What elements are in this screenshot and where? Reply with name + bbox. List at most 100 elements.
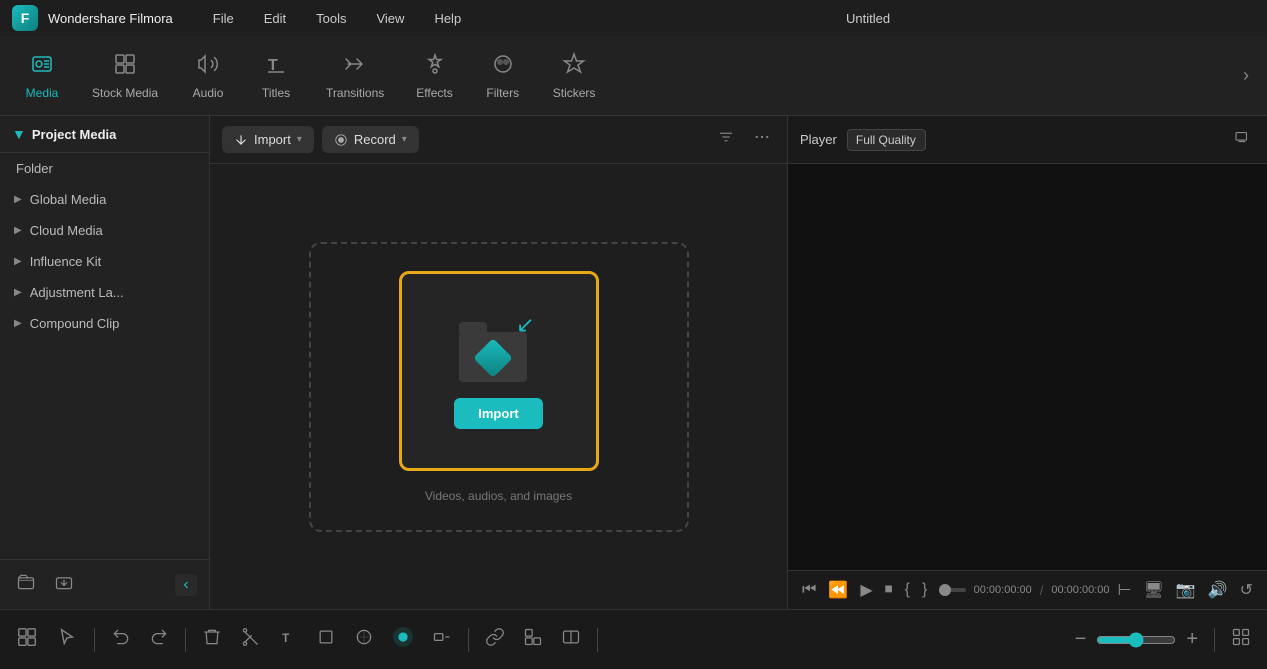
stop-btn[interactable]: ⏹ bbox=[881, 578, 897, 602]
tab-media[interactable]: Media bbox=[10, 44, 74, 108]
titlebar: F Wondershare Filmora File Edit Tools Vi… bbox=[0, 0, 1267, 36]
tab-titles[interactable]: T Titles bbox=[244, 44, 308, 108]
media-icon bbox=[30, 52, 54, 82]
global-media-label: Global Media bbox=[30, 192, 107, 207]
tab-media-label: Media bbox=[26, 86, 59, 100]
zoom-slider[interactable] bbox=[1096, 632, 1176, 648]
import-folder-btn[interactable] bbox=[50, 568, 78, 601]
toolbar-more-chevron[interactable]: › bbox=[1235, 57, 1257, 94]
sidebar-item-compound-clip[interactable]: ▶ Compound Clip bbox=[0, 308, 209, 339]
tab-effects[interactable]: Effects bbox=[402, 44, 466, 108]
timeline-scrubber[interactable] bbox=[939, 588, 965, 592]
zoom-out-btn[interactable]: − bbox=[1069, 624, 1093, 655]
sidebar-item-influence-kit[interactable]: ▶ Influence Kit bbox=[0, 246, 209, 277]
snapshot-btn[interactable]: 📷 bbox=[1172, 577, 1200, 603]
influence-kit-label: Influence Kit bbox=[30, 254, 102, 269]
sidebar-item-adjustment[interactable]: ▶ Adjustment La... bbox=[0, 277, 209, 308]
tab-stock-media[interactable]: Stock Media bbox=[78, 44, 172, 108]
content-area: ▼ Project Media Folder ▶ Global Media ▶ … bbox=[0, 116, 1267, 609]
split-screen-btn[interactable] bbox=[555, 623, 587, 656]
tab-stickers-label: Stickers bbox=[553, 86, 596, 100]
import-card[interactable]: ↙ Import bbox=[399, 271, 599, 471]
window-title: Untitled bbox=[481, 11, 1255, 26]
preview-toolbar: Player Full Quality 1/2 Quality 1/4 Qual… bbox=[788, 116, 1267, 164]
stickers-icon bbox=[562, 52, 586, 82]
bottom-bar: T − + bbox=[0, 609, 1267, 669]
tab-audio[interactable]: Audio bbox=[176, 44, 240, 108]
filter-btn[interactable] bbox=[713, 124, 739, 155]
monitor-btn[interactable]: 🖥 bbox=[1139, 577, 1167, 603]
record-dropdown-arrow: ▾ bbox=[402, 134, 407, 145]
step-back-btn[interactable]: ⏪ bbox=[824, 577, 852, 603]
audio-icon bbox=[196, 52, 220, 82]
menu-tools[interactable]: Tools bbox=[306, 7, 356, 30]
sidebar-folder[interactable]: Folder bbox=[0, 153, 209, 184]
undo-btn[interactable] bbox=[105, 623, 137, 656]
effects-icon bbox=[423, 52, 447, 82]
redo-btn[interactable] bbox=[143, 623, 175, 656]
divider-1 bbox=[94, 628, 95, 652]
delete-btn[interactable] bbox=[196, 623, 228, 656]
prev-frame-btn[interactable]: ⏮ bbox=[798, 578, 820, 602]
tab-transitions-label: Transitions bbox=[326, 86, 384, 100]
mark-out-btn[interactable]: } bbox=[918, 578, 931, 602]
crop-btn[interactable] bbox=[310, 623, 342, 656]
media-toolbar: Import ▾ Record ▾ bbox=[210, 116, 787, 164]
import-dropdown-btn[interactable]: Import ▾ bbox=[222, 126, 314, 153]
sidebar-item-global-media[interactable]: ▶ Global Media bbox=[0, 184, 209, 215]
tab-transitions[interactable]: Transitions bbox=[312, 44, 398, 108]
cloud-media-label: Cloud Media bbox=[30, 223, 103, 238]
audio-btn[interactable]: 🔊 bbox=[1204, 577, 1232, 603]
sidebar-item-cloud-media[interactable]: ▶ Cloud Media bbox=[0, 215, 209, 246]
color-btn[interactable] bbox=[348, 623, 380, 656]
compound-clip-label: Compound Clip bbox=[30, 316, 120, 331]
mark-in-btn[interactable]: { bbox=[901, 578, 914, 602]
toolbar: Media Stock Media Audio bbox=[0, 36, 1267, 116]
adjustment-label: Adjustment La... bbox=[30, 285, 124, 300]
svg-text:T: T bbox=[282, 632, 289, 645]
zoom-in-btn[interactable]: + bbox=[1180, 624, 1204, 655]
ripple-btn[interactable] bbox=[426, 623, 458, 656]
tab-titles-label: Titles bbox=[262, 86, 290, 100]
record-dropdown-btn[interactable]: Record ▾ bbox=[322, 126, 419, 153]
adjustment-arrow: ▶ bbox=[14, 287, 22, 298]
scrubber-thumb[interactable] bbox=[939, 584, 951, 596]
scene-detect-btn[interactable] bbox=[10, 622, 44, 657]
tab-stickers[interactable]: Stickers bbox=[539, 44, 610, 108]
sidebar: ▼ Project Media Folder ▶ Global Media ▶ … bbox=[0, 116, 210, 609]
menu-view[interactable]: View bbox=[366, 7, 414, 30]
drop-zone: ↙ Import Videos, audios, and images bbox=[210, 164, 787, 609]
menu-edit[interactable]: Edit bbox=[254, 7, 296, 30]
link-btn[interactable] bbox=[479, 623, 511, 656]
media-toolbar-right bbox=[713, 124, 775, 155]
app-logo: F bbox=[12, 5, 38, 31]
tab-stock-media-label: Stock Media bbox=[92, 86, 158, 100]
cut-btn[interactable] bbox=[234, 623, 266, 656]
titles-icon: T bbox=[264, 52, 288, 82]
text-tool-btn[interactable]: T bbox=[272, 623, 304, 656]
player-label: Player bbox=[800, 132, 837, 147]
tab-effects-label: Effects bbox=[416, 86, 452, 100]
drop-zone-inner: ↙ Import Videos, audios, and images bbox=[309, 242, 689, 532]
import-media-btn[interactable]: Import bbox=[454, 398, 542, 429]
grid-view-btn[interactable] bbox=[1225, 623, 1257, 656]
menu-file[interactable]: File bbox=[203, 7, 244, 30]
cursor-btn[interactable] bbox=[50, 622, 84, 657]
tab-filters[interactable]: Filters bbox=[471, 44, 535, 108]
divider-5 bbox=[1214, 628, 1215, 652]
sidebar-header: ▼ Project Media bbox=[0, 116, 209, 153]
group-btn[interactable] bbox=[517, 623, 549, 656]
filters-icon bbox=[491, 52, 515, 82]
new-folder-btn[interactable] bbox=[12, 568, 40, 601]
more-options-btn[interactable] bbox=[749, 124, 775, 155]
tab-filters-label: Filters bbox=[486, 86, 519, 100]
compound-clip-arrow: ▶ bbox=[14, 318, 22, 329]
record-audio-btn[interactable] bbox=[386, 622, 420, 657]
play-btn[interactable]: ▶ bbox=[856, 577, 876, 603]
quality-select[interactable]: Full Quality 1/2 Quality 1/4 Quality bbox=[847, 129, 926, 151]
sidebar-collapse-btn[interactable]: ‹ bbox=[175, 574, 197, 596]
menu-help[interactable]: Help bbox=[424, 7, 471, 30]
insert-btn[interactable]: ⊢ bbox=[1114, 577, 1136, 603]
transform-btn[interactable]: ↺ bbox=[1236, 577, 1257, 603]
preview-expand-btn[interactable] bbox=[1229, 124, 1255, 155]
